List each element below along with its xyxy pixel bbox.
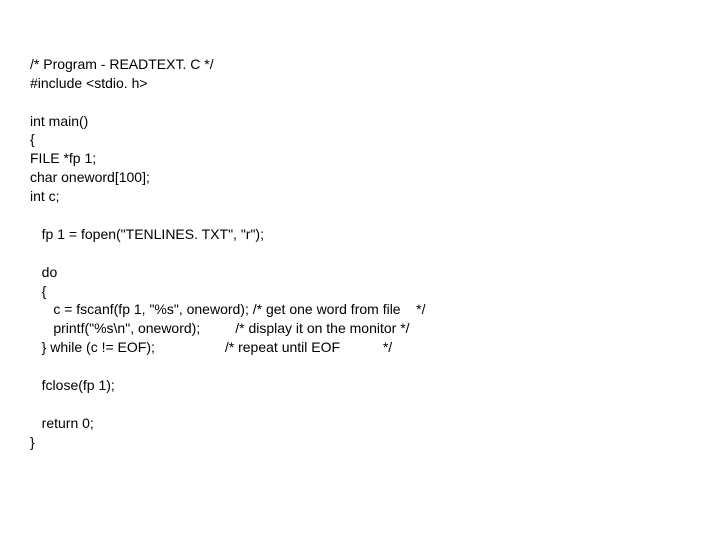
code-line: {	[30, 283, 46, 299]
code-line: printf("%s\n", oneword); /* display it o…	[30, 320, 410, 336]
code-line: c = fscanf(fp 1, "%s", oneword); /* get …	[30, 301, 426, 317]
code-line: char oneword[100];	[30, 169, 150, 185]
code-line: fclose(fp 1);	[30, 377, 115, 393]
code-line: /* Program - READTEXT. C */	[30, 56, 214, 72]
code-line: return 0;	[30, 415, 94, 431]
code-block: /* Program - READTEXT. C */ #include <st…	[0, 0, 720, 452]
code-line: do	[30, 264, 57, 280]
code-line: #include <stdio. h>	[30, 75, 148, 91]
code-line: } while (c != EOF); /* repeat until EOF …	[30, 339, 392, 355]
code-line: fp 1 = fopen("TENLINES. TXT", "r");	[30, 226, 264, 242]
code-line: {	[30, 131, 35, 147]
code-line: }	[30, 434, 35, 450]
code-line: int main()	[30, 113, 88, 129]
code-line: FILE *fp 1;	[30, 150, 96, 166]
code-line: int c;	[30, 188, 60, 204]
